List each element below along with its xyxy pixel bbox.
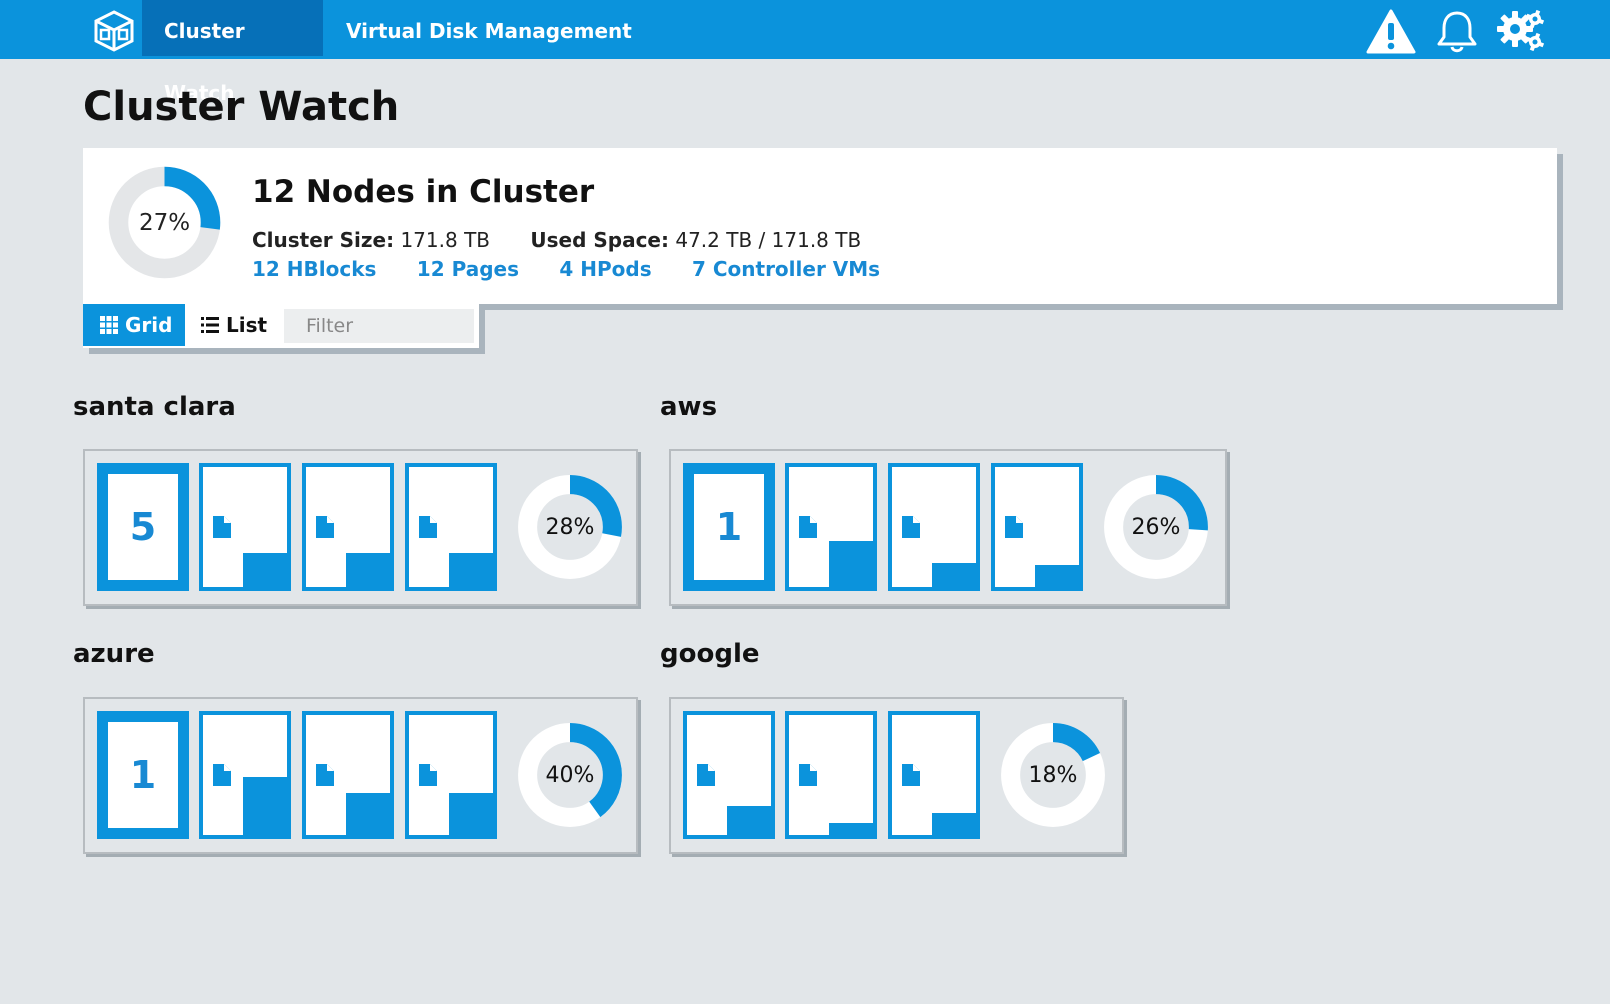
- settings-icon[interactable]: [1497, 9, 1547, 55]
- group-usage-donut: 26%: [1103, 474, 1209, 580]
- document-icon: [902, 516, 920, 538]
- document-icon: [799, 516, 817, 538]
- page-tile[interactable]: [302, 711, 394, 839]
- list-view-button[interactable]: List: [201, 304, 267, 346]
- page-usage-fill: [449, 793, 493, 835]
- cluster-usage-donut: 27%: [107, 165, 222, 280]
- tab-cluster-watch[interactable]: Cluster Watch: [142, 0, 323, 105]
- cluster-size-label: Cluster Size:: [252, 228, 395, 252]
- group-usage-donut: 18%: [1000, 722, 1106, 828]
- page-usage-fill: [243, 553, 287, 587]
- page-tile[interactable]: [199, 463, 291, 591]
- cluster-stats: Cluster Size: 171.8 TB Used Space: 47.2 …: [252, 228, 895, 252]
- page-usage-fill: [829, 823, 873, 835]
- group-usage-percent: 18%: [1028, 762, 1078, 788]
- warning-icon[interactable]: [1366, 9, 1416, 55]
- group-title-google: google: [660, 639, 760, 669]
- page-tile[interactable]: [888, 711, 980, 839]
- page-tile[interactable]: [199, 711, 291, 839]
- group-title-azure: azure: [73, 639, 155, 669]
- document-icon: [213, 516, 231, 538]
- page-usage-fill: [932, 813, 976, 835]
- document-icon: [316, 516, 334, 538]
- hblocks-link[interactable]: 12 HBlocks: [252, 257, 376, 281]
- bell-icon[interactable]: [1432, 9, 1482, 55]
- view-toolbar: Grid List: [83, 304, 479, 348]
- document-icon: [902, 764, 920, 786]
- page-usage-fill: [346, 553, 390, 587]
- pages-link[interactable]: 12 Pages: [417, 257, 519, 281]
- node-count: 1: [129, 753, 157, 797]
- page-usage-fill: [1035, 565, 1079, 587]
- node-count-tile[interactable]: 1: [683, 463, 775, 591]
- page-usage-fill: [932, 563, 976, 587]
- grid-view-button[interactable]: Grid: [83, 304, 185, 346]
- page-tile[interactable]: [405, 463, 497, 591]
- group-usage-donut: 40%: [517, 722, 623, 828]
- page-tile[interactable]: [405, 711, 497, 839]
- page-usage-fill: [449, 553, 493, 587]
- list-label: List: [225, 313, 268, 337]
- cluster-links: 12 HBlocks 12 Pages 4 HPods 7 Controller…: [252, 257, 914, 281]
- node-count: 1: [715, 505, 743, 549]
- grid-label: Grid: [124, 313, 173, 337]
- group-title-santa-clara: santa clara: [73, 392, 236, 422]
- page-tile[interactable]: [991, 463, 1083, 591]
- page-tile[interactable]: [683, 711, 775, 839]
- document-icon: [697, 764, 715, 786]
- cluster-size-value: 171.8 TB: [400, 228, 491, 252]
- document-icon: [419, 764, 437, 786]
- page-usage-fill: [829, 541, 873, 587]
- group-usage-donut: 28%: [517, 474, 623, 580]
- grid-icon: [100, 316, 118, 334]
- list-icon: [201, 317, 219, 333]
- top-nav-bar: Cluster Watch Virtual Disk Management: [0, 0, 1610, 105]
- cluster-usage-percent: 27%: [138, 209, 191, 236]
- page-tile[interactable]: [888, 463, 980, 591]
- page-usage-fill: [243, 777, 287, 835]
- nodes-count-heading: 12 Nodes in Cluster: [252, 174, 595, 210]
- group-panel-google: 18%: [669, 697, 1124, 854]
- group-usage-percent: 28%: [545, 514, 595, 540]
- document-icon: [213, 764, 231, 786]
- node-count-tile[interactable]: 1: [97, 711, 189, 839]
- document-icon: [1005, 516, 1023, 538]
- page-tile[interactable]: [302, 463, 394, 591]
- node-count-tile[interactable]: 5: [97, 463, 189, 591]
- cube-logo-icon[interactable]: [93, 10, 135, 52]
- group-panel-aws: 1 26%: [669, 449, 1227, 606]
- page-usage-fill: [346, 793, 390, 835]
- group-panel-azure: 1 40%: [83, 697, 638, 854]
- filter-input[interactable]: [284, 309, 474, 343]
- node-count: 5: [129, 505, 157, 549]
- group-usage-percent: 26%: [1131, 514, 1181, 540]
- controller-vms-link[interactable]: 7 Controller VMs: [692, 257, 880, 281]
- page-title: Cluster Watch: [83, 84, 400, 130]
- group-usage-percent: 40%: [545, 762, 595, 788]
- document-icon: [799, 764, 817, 786]
- document-icon: [316, 764, 334, 786]
- used-space-label: Used Space:: [530, 228, 669, 252]
- used-space-value: 47.2 TB / 171.8 TB: [675, 228, 862, 252]
- group-panel-santa-clara: 5 28%: [83, 449, 638, 606]
- page-tile[interactable]: [785, 711, 877, 839]
- cluster-summary-card: 27% 12 Nodes in Cluster Cluster Size: 17…: [83, 148, 1557, 304]
- hpods-link[interactable]: 4 HPods: [559, 257, 651, 281]
- group-title-aws: aws: [660, 392, 718, 422]
- document-icon: [419, 516, 437, 538]
- tab-virtual-disk-management[interactable]: Virtual Disk Management: [324, 0, 654, 56]
- page-usage-fill: [727, 806, 771, 835]
- page-tile[interactable]: [785, 463, 877, 591]
